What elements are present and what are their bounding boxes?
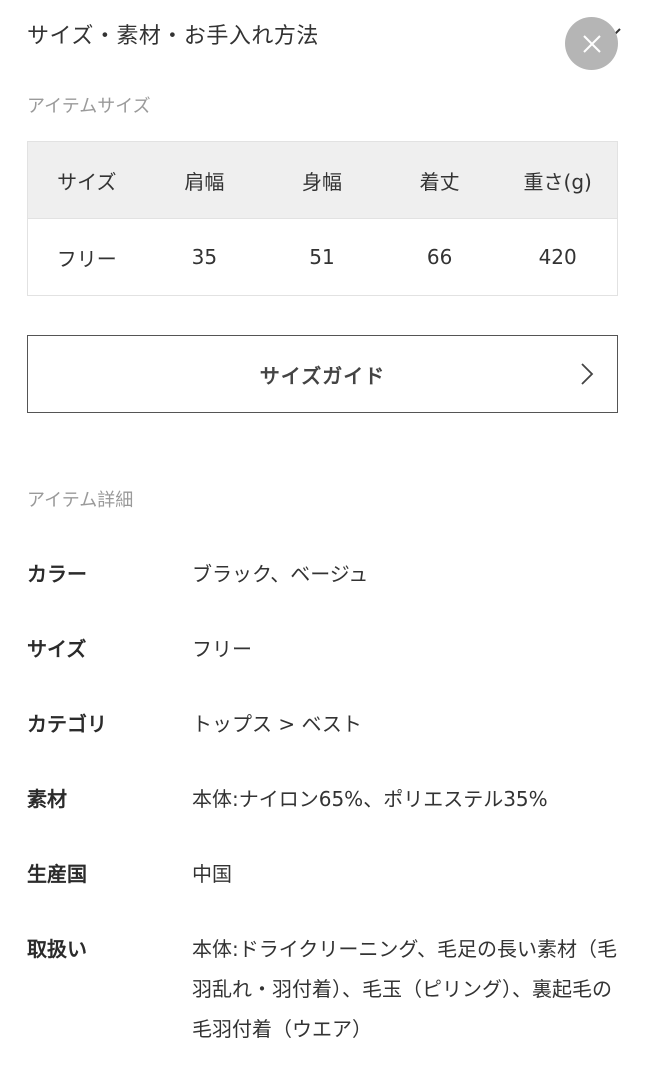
table-cell: 35	[191, 245, 218, 269]
column-header: 着丈	[419, 169, 460, 194]
item-size-heading: アイテムサイズ	[27, 96, 151, 117]
chevron-right-icon	[581, 363, 594, 385]
detail-key: サイズ	[27, 637, 87, 661]
size-guide-label: サイズガイド	[259, 363, 386, 388]
detail-key: カテゴリ	[27, 712, 107, 736]
size-material-care-panel: サイズ・素材・お手入れ方法 アイテムサイズ サイズ 肩幅 身幅 着丈 重さ(g)…	[0, 0, 645, 1080]
detail-row-color: カラー ブラック、ベージュ	[27, 554, 627, 594]
size-guide-button[interactable]: サイズガイド	[27, 335, 618, 413]
detail-row-material: 素材 本体:ナイロン65%、ポリエステル35%	[27, 779, 627, 819]
size-table: サイズ 肩幅 身幅 着丈 重さ(g) フリー 35 51 66 420	[27, 141, 618, 296]
detail-key: 生産国	[27, 862, 87, 886]
table-row: フリー 35 51 66 420	[28, 218, 617, 295]
table-cell: フリー	[56, 246, 117, 271]
detail-value: 本体:ドライクリーニング、毛足の長い素材（毛羽乱れ・羽付着）、毛玉（ピリング）、…	[192, 937, 617, 1041]
detail-value: 中国	[192, 862, 232, 886]
detail-row-country: 生産国 中国	[27, 854, 627, 894]
column-header: サイズ	[57, 169, 117, 194]
table-cell: 51	[309, 245, 335, 269]
detail-row-care: 取扱い 本体:ドライクリーニング、毛足の長い素材（毛羽乱れ・羽付着）、毛玉（ピリ…	[27, 929, 627, 1049]
panel-title: サイズ・素材・お手入れ方法	[27, 24, 319, 49]
detail-key: 素材	[27, 787, 67, 811]
table-cell: 420	[538, 245, 577, 269]
detail-value: ブラック、ベージュ	[192, 562, 369, 586]
detail-value: トップス > ベスト	[192, 712, 362, 736]
size-table-header: サイズ 肩幅 身幅 着丈 重さ(g)	[28, 142, 617, 218]
column-header: 肩幅	[184, 169, 225, 194]
column-header: 身幅	[301, 169, 342, 194]
column-header: 重さ(g)	[523, 169, 592, 194]
close-button[interactable]	[565, 17, 618, 70]
detail-key: 取扱い	[27, 937, 87, 961]
detail-key: カラー	[27, 562, 87, 586]
close-icon	[582, 34, 601, 53]
detail-value: 本体:ナイロン65%、ポリエステル35%	[192, 787, 548, 811]
table-cell: 66	[426, 245, 453, 269]
detail-value: フリー	[192, 637, 252, 661]
detail-row-category: カテゴリ トップス > ベスト	[27, 704, 627, 744]
detail-row-size: サイズ フリー	[27, 629, 627, 669]
item-detail-heading: アイテム詳細	[27, 490, 134, 511]
